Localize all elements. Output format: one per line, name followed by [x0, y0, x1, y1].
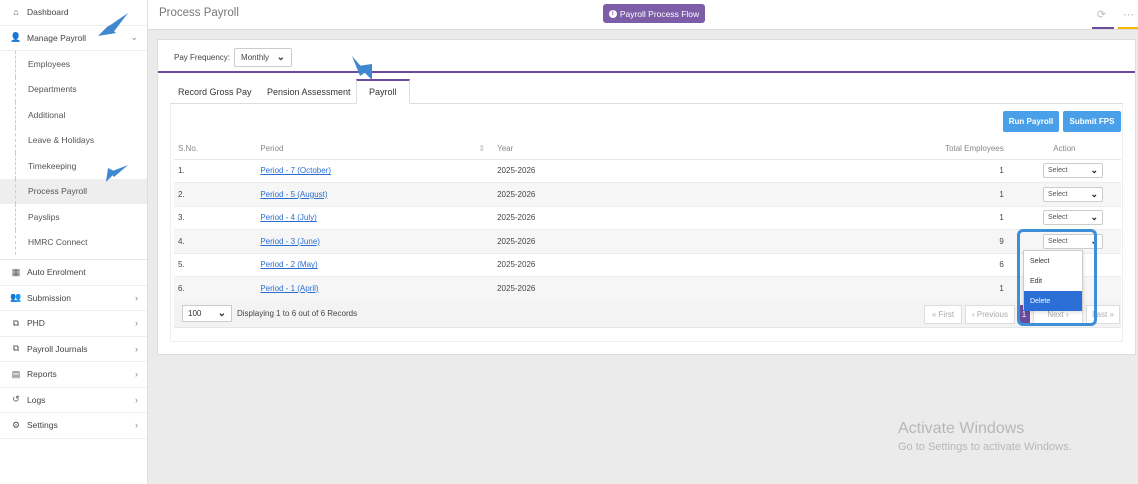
windows-watermark-subtitle: Go to Settings to activate Windows. [898, 441, 1072, 453]
windows-watermark-title: Activate Windows [898, 420, 1025, 437]
annotation-arrows [98, 13, 372, 182]
